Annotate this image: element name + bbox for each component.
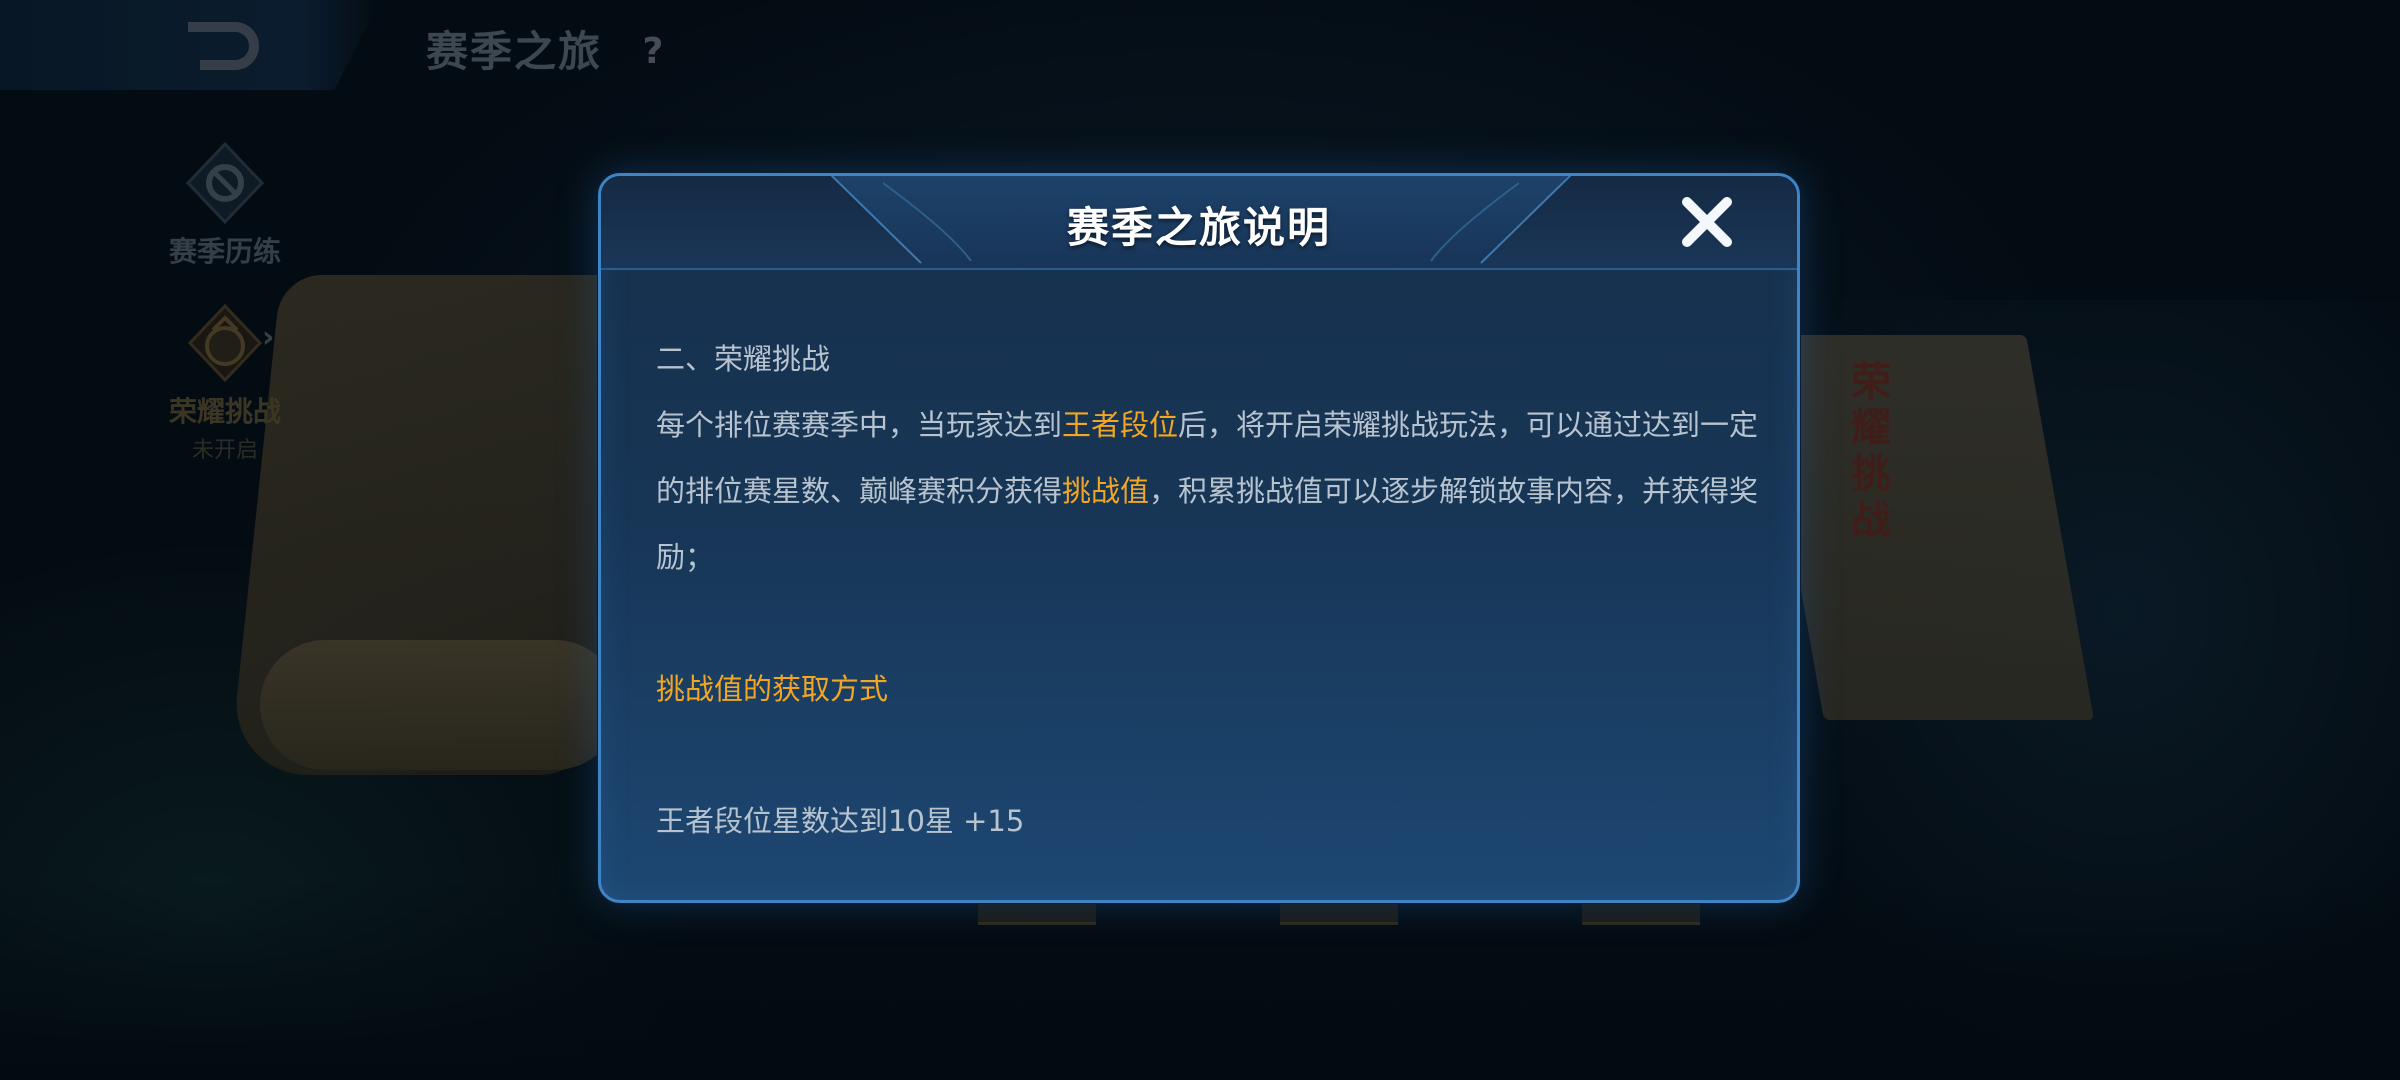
description-line: 每个排位赛赛季中，当玩家达到王者段位后，将开启荣耀挑战玩法，可以通过达到一定 [656, 392, 1766, 458]
dialog-header: 赛季之旅说明 [601, 176, 1797, 270]
section-heading: 二、荣耀挑战 [656, 342, 831, 376]
season-journey-info-dialog: 赛季之旅说明 二、荣耀挑战 每个排位赛赛季中，当玩家达到王者段位后，将开启荣耀挑… [598, 173, 1800, 903]
game-screen: 荣耀挑战 赛季之旅 ? 赛季历练 荣耀挑战 未开启 › 赛季之旅说明 二、荣耀挑… [0, 0, 2400, 1080]
dialog-title: 赛季之旅说明 [1066, 203, 1331, 252]
close-button[interactable] [1677, 194, 1737, 254]
subheading: 挑战值的获取方式 [656, 672, 889, 706]
dialog-content: 二、荣耀挑战 每个排位赛赛季中，当玩家达到王者段位后，将开启荣耀挑战玩法，可以通… [656, 326, 1766, 854]
description-text: 每个排位赛赛季中，当玩家达到 [656, 408, 1063, 442]
description-text: ，积累挑战值可以逐步解锁故事内容，并获得奖 [1149, 474, 1759, 508]
rule-item: 王者段位星数达到10星 +15 [656, 804, 1025, 838]
description-line: 励； [656, 540, 715, 574]
description-text: 的排位赛星数、巅峰赛积分获得 [656, 474, 1063, 508]
description-line: 的排位赛星数、巅峰赛积分获得挑战值，积累挑战值可以逐步解锁故事内容，并获得奖 [656, 458, 1766, 524]
highlight-challenge-value: 挑战值 [1062, 474, 1150, 508]
close-icon [1679, 194, 1735, 254]
description-text: 后，将开启荣耀挑战玩法，可以通过达到一定 [1178, 408, 1759, 442]
highlight-king-rank: 王者段位 [1062, 408, 1179, 442]
